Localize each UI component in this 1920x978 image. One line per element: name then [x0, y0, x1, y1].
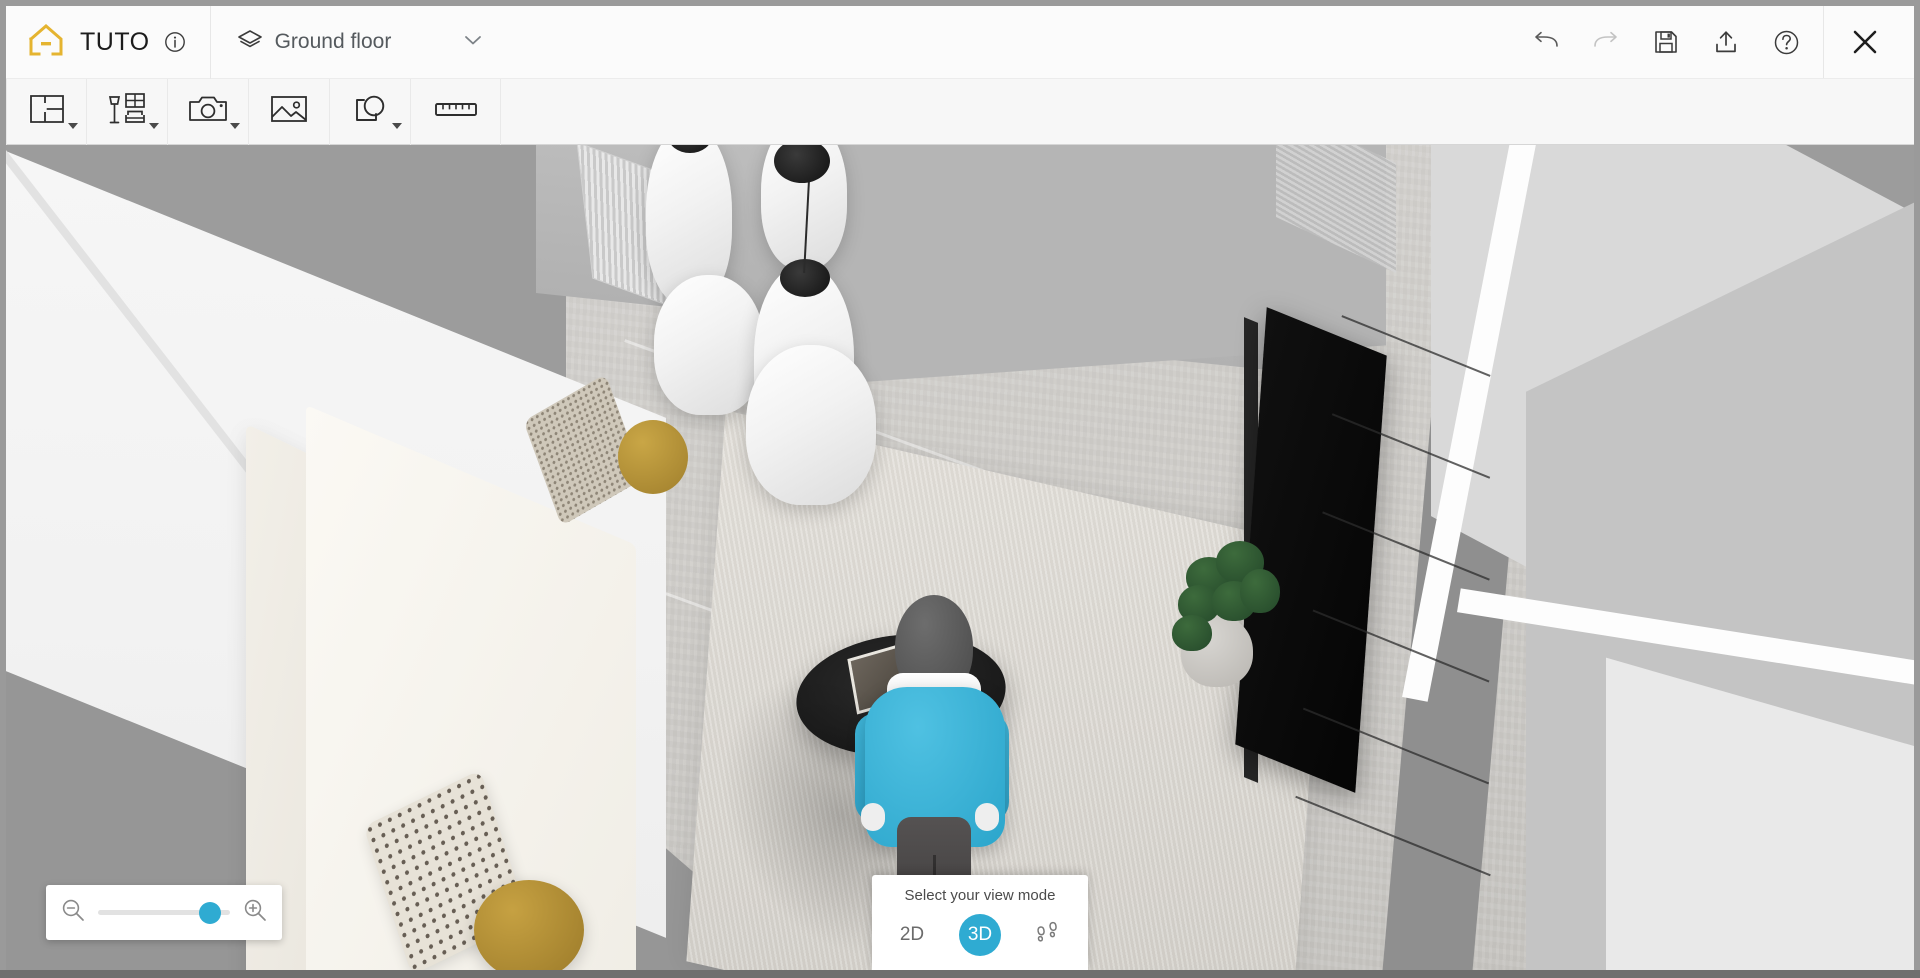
zoom-slider-track[interactable]: [98, 901, 230, 924]
floor-plan-tool[interactable]: [6, 78, 87, 145]
header-divider: [209, 5, 211, 79]
export-button[interactable]: [1711, 27, 1741, 57]
shapes-icon: [350, 92, 390, 131]
view-mode-2d[interactable]: 2D: [891, 914, 933, 956]
chevron-down-icon[interactable]: [463, 33, 483, 52]
zoom-slider-thumb[interactable]: [199, 901, 222, 924]
view-mode-panel: Select your view mode 2D 3D: [872, 875, 1088, 970]
view-mode-options: 2D 3D: [891, 914, 1069, 956]
furniture-icon: [106, 91, 148, 132]
round-cushion[interactable]: [618, 420, 688, 494]
magnifier-plus-icon[interactable]: [242, 897, 268, 928]
measure-tool[interactable]: [411, 78, 501, 145]
avatar-hand-right: [975, 803, 999, 831]
undo-button[interactable]: [1531, 27, 1561, 57]
page-title: TUTO: [80, 27, 150, 56]
app-header: TUTO Ground floor: [6, 5, 1914, 79]
3d-viewport[interactable]: Select your view mode 2D 3D: [6, 145, 1914, 970]
save-button[interactable]: [1651, 27, 1681, 57]
floor-selector[interactable]: Ground floor: [237, 6, 484, 79]
view-mode-walk[interactable]: [1027, 914, 1069, 956]
window-frame-right: [1914, 0, 1920, 978]
image-icon: [269, 93, 309, 130]
window-frame-bottom: [0, 970, 1920, 978]
plant-leaf: [1172, 615, 1212, 651]
app-window: TUTO Ground floor Select your view mode …: [0, 0, 1920, 978]
shapes-tool[interactable]: [330, 78, 411, 145]
view-mode-title: Select your view mode: [904, 887, 1056, 904]
camera-icon: [187, 93, 229, 130]
floor-selector-label: Ground floor: [274, 30, 392, 53]
header-action-group: [1531, 27, 1801, 57]
media-tool[interactable]: [249, 78, 330, 145]
chevron-down-icon[interactable]: [230, 122, 240, 129]
avatar-hand-left: [861, 803, 885, 831]
scene-render: [6, 145, 1914, 970]
plant-leaf: [1240, 569, 1280, 613]
chevron-down-icon[interactable]: [149, 122, 159, 129]
magnifier-minus-icon[interactable]: [60, 897, 86, 928]
view-mode-3d[interactable]: 3D: [959, 914, 1001, 956]
app-logo[interactable]: [26, 20, 66, 65]
footsteps-icon: [1033, 917, 1063, 953]
chevron-down-icon[interactable]: [392, 122, 402, 129]
zoom-control: [46, 885, 282, 940]
redo-button[interactable]: [1591, 27, 1621, 57]
furniture-tool[interactable]: [87, 78, 168, 145]
chevron-down-icon[interactable]: [68, 122, 78, 129]
house-logo-icon: [26, 20, 66, 65]
camera-tool[interactable]: [168, 78, 249, 145]
help-button[interactable]: [1771, 27, 1801, 57]
info-icon[interactable]: [164, 31, 186, 53]
round-cushion[interactable]: [474, 880, 584, 970]
ruler-icon: [433, 97, 479, 126]
header-divider-right: [1823, 6, 1824, 78]
close-button[interactable]: [1850, 27, 1880, 57]
main-toolbar: [6, 78, 1914, 145]
layers-icon: [237, 28, 263, 57]
floor-plan-icon: [27, 92, 67, 131]
